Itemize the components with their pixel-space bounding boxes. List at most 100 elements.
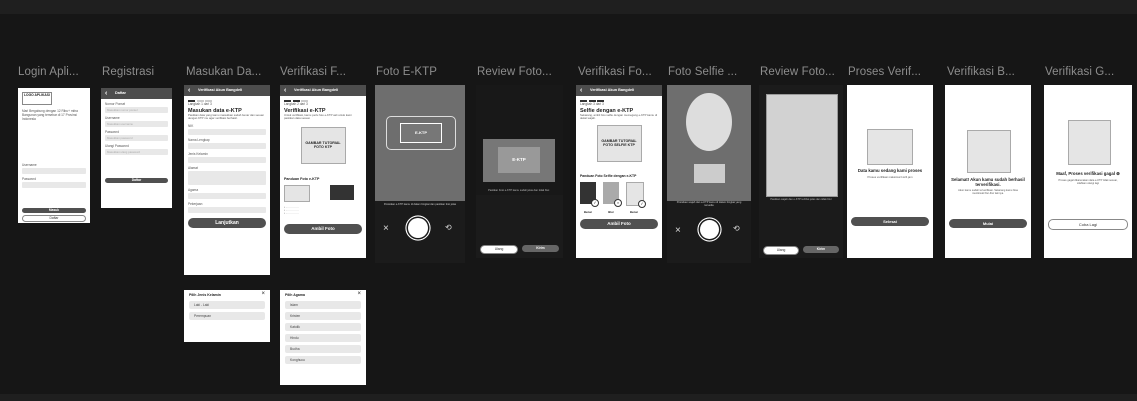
header-bar: ‹ Verifikasi Akun Bangdeli: [184, 85, 270, 96]
phone-input[interactable]: Masukkan nomor ponsel: [105, 107, 168, 113]
frame-berhasil[interactable]: Selamat! Akun kamu sudah berhasil terver…: [945, 85, 1031, 258]
agama-option[interactable]: Katolik: [285, 323, 361, 331]
frame-title-masukan-data[interactable]: Masukan Da...: [186, 66, 261, 78]
agama-select[interactable]: [188, 192, 266, 199]
confirm-password-input[interactable]: Masukkan ulang password: [105, 149, 168, 155]
username-input[interactable]: Masukkan username: [105, 121, 168, 127]
mulai-button[interactable]: Mulai: [949, 219, 1027, 228]
back-icon[interactable]: ‹: [188, 85, 190, 96]
frame-registrasi[interactable]: ‹ Daftar Nomor Ponsel Masukkan nomor pons…: [101, 88, 172, 208]
berhasil-title: Selamat! Akun kamu sudah berhasil terver…: [951, 177, 1025, 187]
back-icon[interactable]: ‹: [105, 88, 107, 99]
selesai-button[interactable]: Selesai: [851, 217, 929, 226]
check-icon: ✓: [638, 199, 646, 208]
kirim-button[interactable]: Kirim: [803, 246, 839, 253]
frame-title-registrasi[interactable]: Registrasi: [102, 66, 154, 78]
frame-title-verifikasi-foto[interactable]: Verifikasi F...: [280, 66, 346, 78]
frame-review-ktp[interactable]: E-KTP Pastikan Foto e-KTP kamu sudah jel…: [476, 85, 563, 258]
switch-camera-icon[interactable]: ⟲: [445, 223, 452, 232]
pekerjaan-input[interactable]: [188, 206, 266, 213]
frame-camera-ktp[interactable]: E-KTP Posisikan e-KTP kamu di dalam bing…: [375, 85, 465, 263]
username-label: Username: [22, 163, 37, 167]
frame-title-gagal[interactable]: Verifikasi G...: [1045, 66, 1114, 78]
password-input[interactable]: Masukkan password: [105, 135, 168, 141]
ektp-label: E-KTP: [400, 123, 442, 143]
frame-title-foto-ektp[interactable]: Foto E-KTP: [376, 66, 437, 78]
frame-title-review-foto-ktp[interactable]: Review Foto...: [477, 66, 552, 78]
ulang-button[interactable]: Ulang: [480, 245, 518, 254]
frame-proses[interactable]: Data kamu sedang kami proses Proses veri…: [847, 85, 933, 258]
password-input[interactable]: [22, 182, 86, 188]
back-icon[interactable]: ‹: [580, 85, 582, 96]
frame-masukan-data[interactable]: ‹ Verifikasi Akun Bangdeli Langkah 1 dari…: [184, 85, 270, 275]
password-label: Password: [22, 177, 36, 181]
header-bar: ‹ Verifikasi Akun Bangdeli: [576, 85, 662, 96]
step-text: Langkah 2 dari 3: [284, 101, 308, 106]
ktp-frame-guide: [694, 164, 725, 183]
frame-title-review-foto-selfie[interactable]: Review Foto...: [760, 66, 835, 78]
face-frame-guide: [686, 93, 732, 151]
frame-verifikasi-selfie[interactable]: ‹ Verifikasi Akun Bangdeli Langkah 3 dari…: [576, 85, 662, 258]
panduan-labels: Benar Blur Benar: [580, 210, 658, 214]
gender-option[interactable]: Laki - Laki: [189, 301, 265, 309]
agama-option[interactable]: Konghucu: [285, 356, 361, 364]
frame-login[interactable]: LOGO APLIKASI Mari Bergabung dengan 12 R…: [18, 88, 90, 223]
popup-jenis-kelamin[interactable]: Pilih Jenis Kelamin × Laki - Laki Peremp…: [184, 290, 270, 342]
coba-lagi-button[interactable]: Coba Lagi: [1048, 219, 1128, 230]
frame-verifikasi-ktp[interactable]: ‹ Verifikasi Akun Bangdeli Langkah 2 dari…: [280, 85, 366, 258]
ulang-button[interactable]: Ulang: [763, 246, 799, 255]
step-text: Langkah 3 dari 3: [580, 101, 604, 106]
nik-input[interactable]: [188, 128, 266, 135]
alamat-input[interactable]: [188, 170, 266, 185]
warning-icon: ⊗: [1116, 171, 1120, 176]
masuk-button[interactable]: Masuk: [22, 208, 86, 213]
back-icon[interactable]: ‹: [284, 85, 286, 96]
berhasil-desc: Akun kamu sudah terverifikasi. Sekarang …: [958, 189, 1018, 195]
kirim-button[interactable]: Kirim: [522, 245, 559, 252]
panduan-example-good: [284, 184, 310, 202]
agama-option[interactable]: Kristen: [285, 312, 361, 320]
panduan-notes: • ····· ····· ···· • ····· ····· ···· • ··…: [284, 205, 299, 215]
shutter-button[interactable]: [700, 220, 719, 239]
ambil-foto-button[interactable]: Ambil Foto: [284, 223, 362, 234]
top-bar: [0, 0, 1137, 14]
frame-title-proses[interactable]: Proses Verif...: [848, 66, 921, 78]
agama-option[interactable]: Hindu: [285, 334, 361, 342]
shutter-button[interactable]: [408, 218, 428, 238]
frame-gagal[interactable]: Maaf, Proses verifikasi gagal ⊗ Proses g…: [1044, 85, 1132, 258]
illustration-placeholder: [1068, 120, 1111, 165]
field-label: Agama: [188, 187, 199, 192]
daftar-submit-button[interactable]: Daftar: [105, 178, 168, 183]
cross-icon: ×: [614, 198, 622, 207]
panduan-examples: [284, 184, 362, 202]
frame-review-selfie[interactable]: Pastikan wajah dan e-KTP terlihat jelas …: [759, 85, 843, 258]
ambil-foto-button[interactable]: Ambil Foto: [580, 218, 658, 229]
header-bar: ‹ Verifikasi Akun Bangdeli: [280, 85, 366, 96]
panduan-title: Panduan Foto Selfie dengan e-KTP: [580, 173, 637, 178]
camera-hint: Posisikan e-KTP kamu di dalam bingkai da…: [383, 203, 457, 206]
frame-title-verifikasi-foto-selfie[interactable]: Verifikasi Fo...: [578, 66, 652, 78]
registrasi-header-title: Daftar: [115, 91, 126, 95]
switch-camera-icon[interactable]: ⟲: [733, 224, 740, 233]
lanjutkan-button[interactable]: Lanjutkan: [188, 217, 266, 228]
gender-option[interactable]: Perempuan: [189, 312, 265, 320]
agama-option[interactable]: Budha: [285, 345, 361, 353]
proses-desc: Proses verifikasi maksimal 1x24 jam: [867, 175, 913, 179]
popup-agama[interactable]: Pilih Agama × Islam Kristen Katolik Hind…: [280, 290, 366, 385]
close-icon[interactable]: ×: [357, 291, 361, 297]
frame-title-foto-selfie[interactable]: Foto Selfie ...: [668, 66, 737, 78]
frame-title-login[interactable]: Login Apli...: [18, 66, 79, 78]
daftar-button[interactable]: Daftar: [22, 215, 86, 222]
nama-input[interactable]: [188, 142, 266, 149]
check-icon: ✓: [591, 198, 599, 207]
close-icon[interactable]: ×: [383, 223, 389, 234]
illustration-placeholder: [867, 129, 913, 165]
close-icon[interactable]: ×: [261, 291, 265, 297]
close-icon[interactable]: ×: [675, 225, 681, 236]
gender-select[interactable]: [188, 156, 266, 163]
frame-camera-selfie[interactable]: Posisikan wajah dan e-KTP kamu di dalam …: [667, 85, 751, 263]
agama-option[interactable]: Islam: [285, 301, 361, 309]
ektp-card-placeholder: E-KTP: [498, 147, 540, 173]
username-input[interactable]: [22, 168, 86, 174]
frame-title-berhasil[interactable]: Verifikasi B...: [947, 66, 1015, 78]
